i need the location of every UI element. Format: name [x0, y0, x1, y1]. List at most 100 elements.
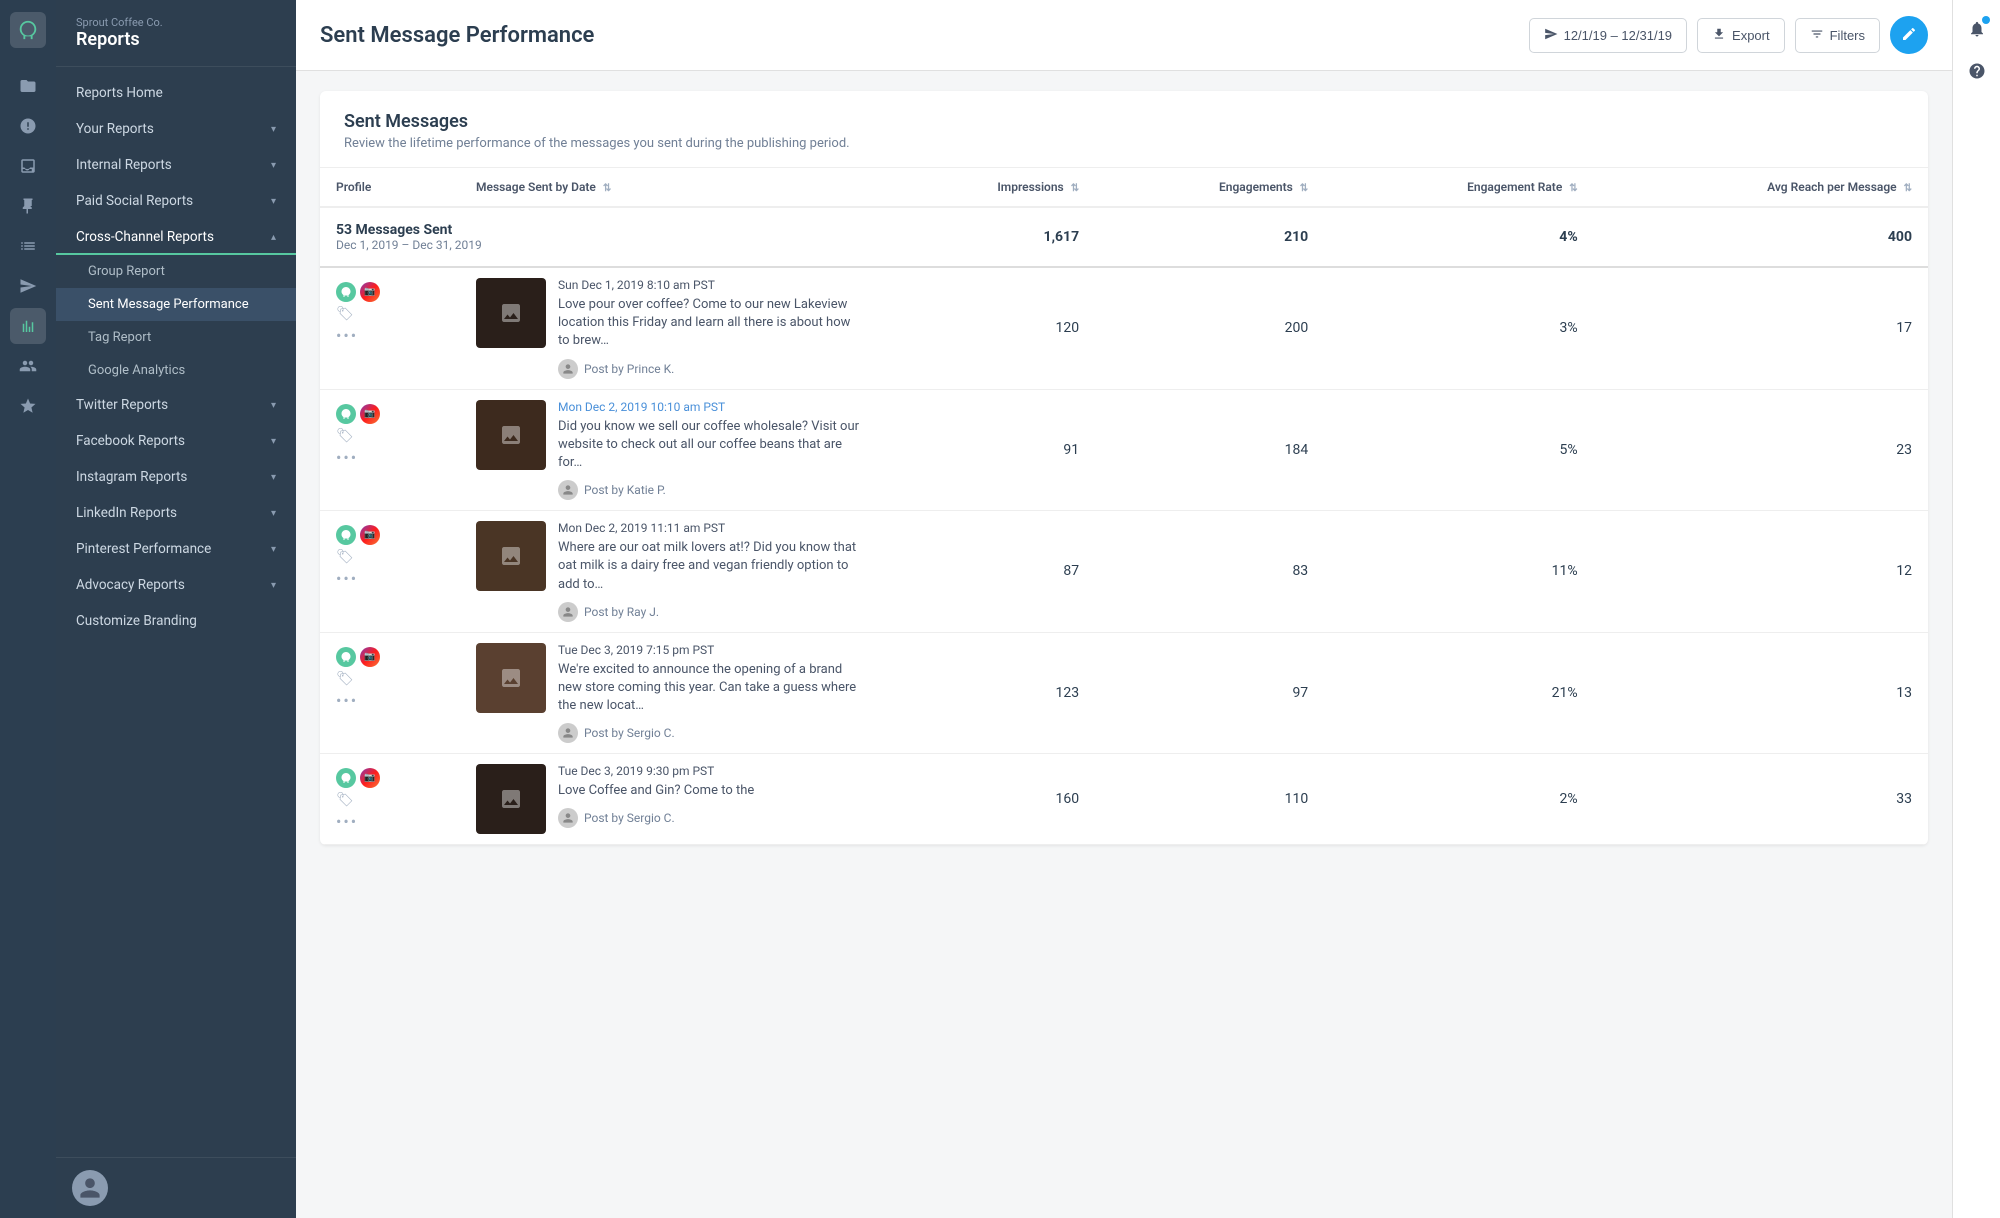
col-engagements[interactable]: Engagements ⇅ [1095, 168, 1324, 207]
summary-messages-sent: 53 Messages Sent [336, 222, 864, 238]
sidebar-item-facebook-reports[interactable]: Facebook Reports ▾ [56, 423, 296, 459]
sidebar-item-label: Reports Home [76, 85, 163, 101]
sidebar-item-linkedin-reports[interactable]: LinkedIn Reports ▾ [56, 495, 296, 531]
col-engagement-rate[interactable]: Engagement Rate ⇅ [1324, 168, 1593, 207]
sidebar-item-label: Twitter Reports [76, 397, 168, 413]
sidebar-item-label: Google Analytics [88, 363, 185, 378]
engagement-rate-cell: 11% [1324, 511, 1593, 633]
people-icon[interactable] [10, 348, 46, 384]
message-text: Tue Dec 3, 2019 9:30 pm PST Love Coffee … [558, 764, 864, 828]
pin-icon[interactable] [10, 188, 46, 224]
table-row: 📷 🏷 ••• Tue Dec 3, 2019 7:15 pm PST We'r… [320, 632, 1928, 754]
sidebar-item-label: Paid Social Reports [76, 193, 193, 209]
message-author: Post by Sergio C. [558, 723, 864, 743]
chart-bar-icon[interactable] [10, 308, 46, 344]
profile-cell: 📷 🏷 ••• [320, 511, 460, 633]
profile-cell: 📷 🏷 ••• [320, 754, 460, 845]
tag-icon: 🏷 [336, 549, 444, 565]
star-icon[interactable] [10, 388, 46, 424]
instagram-platform-icon: 📷 [360, 768, 380, 788]
date-range-button[interactable]: 12/1/19 – 12/31/19 [1529, 18, 1687, 53]
sort-icon: ⇅ [1904, 183, 1912, 194]
sidebar-item-customize-branding[interactable]: Customize Branding [56, 603, 296, 639]
help-icon[interactable] [1960, 54, 1994, 88]
content-area: Sent Messages Review the lifetime perfor… [296, 71, 1952, 1218]
more-options-icon[interactable]: ••• [336, 691, 444, 710]
date-range-label: 12/1/19 – 12/31/19 [1564, 28, 1672, 43]
summary-engagement-rate: 4% [1324, 207, 1593, 267]
col-profile: Profile [320, 168, 460, 207]
filter-icon [1810, 27, 1824, 44]
sprout-logo-icon[interactable] [10, 12, 46, 48]
platform-icons: 📷 [336, 525, 444, 545]
table-row: 📷 🏷 ••• Tue Dec 3, 2019 9:30 pm PST Love… [320, 754, 1928, 845]
impressions-cell: 123 [880, 632, 1095, 754]
message-body: Where are our oat milk lovers at!? Did y… [558, 539, 864, 594]
sidebar-item-your-reports[interactable]: Your Reports ▾ [56, 111, 296, 147]
tag-icon: 🏷 [336, 671, 444, 687]
summary-impressions: 1,617 [880, 207, 1095, 267]
sidebar-item-sent-message-performance[interactable]: Sent Message Performance [56, 288, 296, 321]
message-cell: Tue Dec 3, 2019 9:30 pm PST Love Coffee … [460, 754, 880, 845]
message-date[interactable]: Mon Dec 2, 2019 10:10 am PST [558, 400, 864, 414]
topbar: Sent Message Performance 12/1/19 – 12/31… [296, 0, 1952, 71]
sidebar-item-label: Pinterest Performance [76, 541, 211, 557]
col-avg-reach[interactable]: Avg Reach per Message ⇅ [1594, 168, 1928, 207]
sidebar-item-instagram-reports[interactable]: Instagram Reports ▾ [56, 459, 296, 495]
sidebar-item-twitter-reports[interactable]: Twitter Reports ▾ [56, 387, 296, 423]
message-cell: Mon Dec 2, 2019 11:11 am PST Where are o… [460, 511, 880, 633]
report-section-desc: Review the lifetime performance of the m… [344, 136, 1904, 151]
col-impressions[interactable]: Impressions ⇅ [880, 168, 1095, 207]
chevron-down-icon: ▾ [271, 436, 276, 447]
impressions-cell: 160 [880, 754, 1095, 845]
sidebar-item-paid-social-reports[interactable]: Paid Social Reports ▾ [56, 183, 296, 219]
user-avatar[interactable] [72, 1170, 108, 1206]
sidebar-item-group-report[interactable]: Group Report [56, 255, 296, 288]
impressions-cell: 87 [880, 511, 1095, 633]
export-label: Export [1732, 28, 1770, 43]
sort-icon: ⇅ [1569, 183, 1577, 194]
message-thumbnail [476, 400, 546, 470]
filters-label: Filters [1830, 28, 1865, 43]
sidebar-item-google-analytics[interactable]: Google Analytics [56, 354, 296, 387]
icon-rail [0, 0, 56, 1218]
author-avatar [558, 723, 578, 743]
more-options-icon[interactable]: ••• [336, 812, 444, 831]
sidebar-item-pinterest-performance[interactable]: Pinterest Performance ▾ [56, 531, 296, 567]
more-options-icon[interactable]: ••• [336, 448, 444, 467]
section-title: Reports [76, 29, 276, 50]
table-row: 📷 🏷 ••• Mon Dec 2, 2019 10:10 am PST Did… [320, 389, 1928, 511]
message-thumbnail [476, 764, 546, 834]
engagement-rate-cell: 21% [1324, 632, 1593, 754]
sidebar-item-internal-reports[interactable]: Internal Reports ▾ [56, 147, 296, 183]
table-row: 📷 🏷 ••• Sun Dec 1, 2019 8:10 am PST Love… [320, 267, 1928, 389]
message-text: Mon Dec 2, 2019 11:11 am PST Where are o… [558, 521, 864, 622]
report-card-header: Sent Messages Review the lifetime perfor… [320, 91, 1928, 168]
message-text: Tue Dec 3, 2019 7:15 pm PST We're excite… [558, 643, 864, 744]
notification-icon[interactable] [1960, 12, 1994, 46]
send-icon[interactable] [10, 268, 46, 304]
instagram-platform-icon: 📷 [360, 282, 380, 302]
sidebar-item-reports-home[interactable]: Reports Home [56, 75, 296, 111]
compose-button[interactable] [1890, 16, 1928, 54]
summary-avg-reach: 400 [1594, 207, 1928, 267]
export-button[interactable]: Export [1697, 18, 1785, 53]
filters-button[interactable]: Filters [1795, 18, 1880, 53]
avg-reach-cell: 23 [1594, 389, 1928, 511]
topbar-actions: 12/1/19 – 12/31/19 Export Filters [1529, 16, 1928, 54]
more-options-icon[interactable]: ••• [336, 569, 444, 588]
more-options-icon[interactable]: ••• [336, 326, 444, 345]
alert-icon[interactable] [10, 108, 46, 144]
inbox-icon[interactable] [10, 148, 46, 184]
sidebar-item-cross-channel-reports[interactable]: Cross-Channel Reports ▴ [56, 219, 296, 255]
message-author: Post by Katie P. [558, 480, 864, 500]
send-icon [1544, 27, 1558, 44]
platform-icons: 📷 [336, 404, 444, 424]
message-cell: Mon Dec 2, 2019 10:10 am PST Did you kno… [460, 389, 880, 511]
list-icon[interactable] [10, 228, 46, 264]
sidebar-item-tag-report[interactable]: Tag Report [56, 321, 296, 354]
col-message[interactable]: Message Sent by Date ⇅ [460, 168, 880, 207]
sidebar-item-label: Your Reports [76, 121, 154, 137]
folder-icon[interactable] [10, 68, 46, 104]
sidebar-item-advocacy-reports[interactable]: Advocacy Reports ▾ [56, 567, 296, 603]
